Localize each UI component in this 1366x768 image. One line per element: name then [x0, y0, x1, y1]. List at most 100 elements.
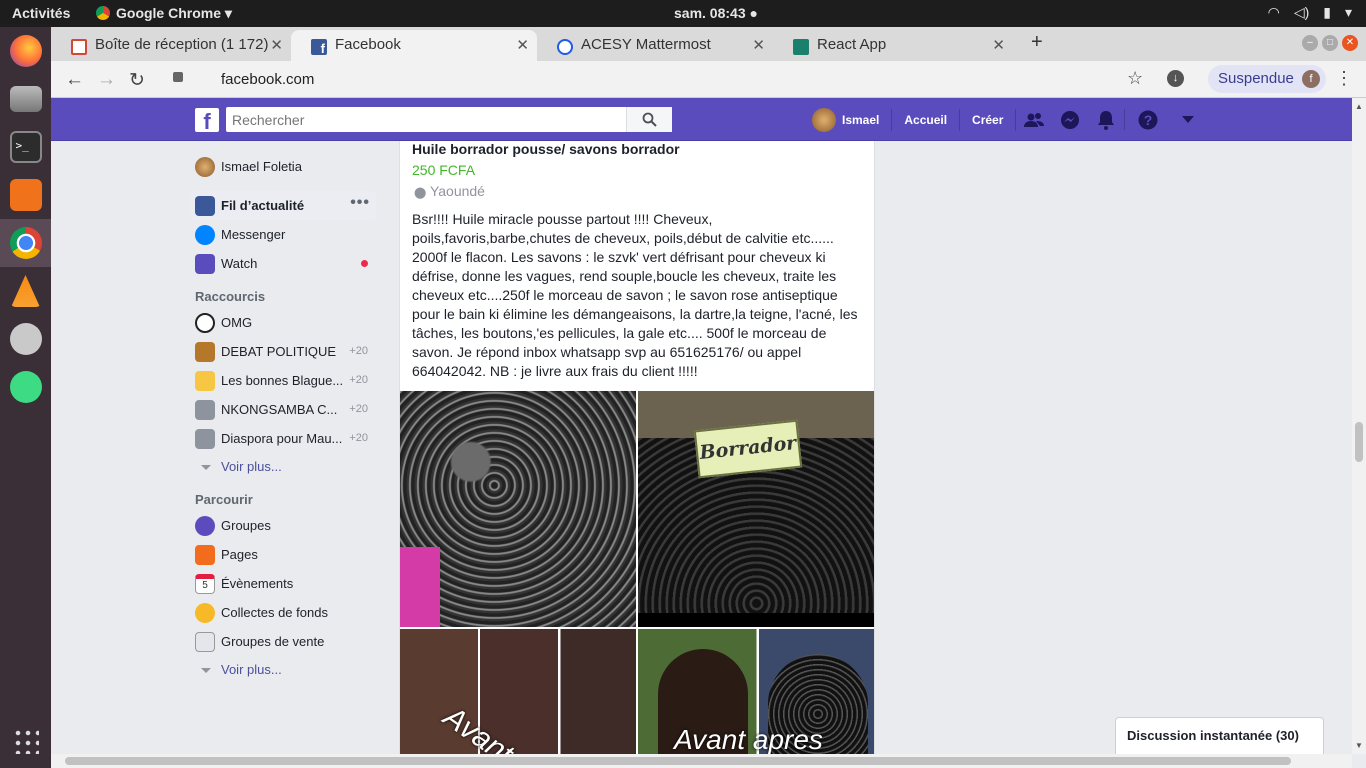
header-nav: Ismael Accueil Créer ?	[812, 98, 1206, 141]
create-link[interactable]: Créer	[960, 108, 1017, 131]
dock-app-grid[interactable]	[0, 717, 51, 765]
sidebar-item-messenger[interactable]: Messenger	[190, 220, 376, 249]
close-icon[interactable]: ✕	[270, 36, 283, 54]
tab-mattermost[interactable]: ACESY Mattermost ✕	[537, 30, 773, 61]
dock-chrome[interactable]	[0, 219, 51, 267]
messenger-icon[interactable]	[1052, 109, 1088, 130]
vertical-scrollbar[interactable]: ▲ ▼	[1352, 98, 1366, 754]
mattermost-icon	[557, 39, 573, 55]
post-photo-curly-hair[interactable]	[400, 391, 636, 627]
post-title[interactable]: Huile borrador pousse/ savons borrador	[412, 141, 680, 157]
close-window-button[interactable]: ✕	[1342, 35, 1358, 51]
sidebar-item-bonnes-blagues[interactable]: Les bonnes Blague... +20	[190, 366, 376, 395]
sidebar-item-debat-politique[interactable]: DEBAT POLITIQUE +20	[190, 337, 376, 366]
soap-brand: Borrador	[693, 419, 803, 479]
left-sidebar: Ismael Foletia Fil d’actualité ••• Messe…	[190, 152, 376, 682]
app-name: Google Chrome	[116, 5, 222, 21]
close-icon[interactable]: ✕	[752, 36, 765, 54]
home-link[interactable]: Accueil	[892, 108, 961, 131]
post-photo-before-after-head[interactable]: Avant apres	[638, 629, 874, 767]
dock-settings[interactable]	[0, 315, 51, 363]
system-tray[interactable]: ◠ ◁) ▮ ▾	[1268, 4, 1352, 21]
address-bar[interactable]: facebook.com	[159, 65, 1164, 93]
activities-button[interactable]: Activités	[12, 5, 70, 21]
notifications-icon[interactable]	[1088, 109, 1124, 131]
dock-vlc[interactable]	[0, 267, 51, 315]
help-icon[interactable]: ?	[1124, 108, 1170, 131]
chevron-down-icon: ▾	[1344, 4, 1352, 20]
close-icon[interactable]: ✕	[516, 36, 529, 54]
post-photo-soap-on-head[interactable]: Borrador	[638, 391, 874, 627]
bookmark-star-icon[interactable]: ☆	[1127, 68, 1143, 89]
lock-icon[interactable]	[173, 72, 183, 82]
sidebar-item-label: Pages	[221, 547, 258, 562]
sidebar-item-nkongsamba[interactable]: NKONGSAMBA C... +20	[190, 395, 376, 424]
sidebar-item-label: Diaspora pour Mau...	[221, 431, 343, 446]
facebook-logo[interactable]: f	[195, 108, 219, 134]
tab-title: ACESY Mattermost	[581, 36, 711, 53]
scrollbar-thumb[interactable]	[65, 757, 1291, 765]
vlc-icon	[11, 275, 40, 307]
search-button[interactable]	[626, 107, 672, 132]
tab-gmail[interactable]: Boîte de réception (1 172) ✕	[51, 30, 291, 61]
window-controls: – □ ✕	[1302, 35, 1358, 51]
chat-tab[interactable]: Discussion instantanée (30)	[1115, 717, 1324, 754]
account-menu-icon[interactable]	[1170, 109, 1206, 130]
maximize-button[interactable]: □	[1322, 35, 1338, 51]
scroll-down-icon[interactable]: ▼	[1355, 741, 1363, 750]
sidebar-item-pages[interactable]: Pages	[190, 540, 376, 569]
sidebar-item-label: Messenger	[221, 227, 286, 242]
friend-requests-icon[interactable]	[1016, 109, 1052, 130]
post-location: ⬤ Yaoundé	[414, 183, 485, 199]
avatar	[195, 157, 215, 177]
post-description: Bsr!!!! Huile miracle pousse partout !!!…	[412, 211, 858, 379]
scrollbar-thumb[interactable]	[1355, 422, 1363, 462]
post-price: 250 FCFA	[412, 162, 476, 178]
download-icon[interactable]: ↓	[1167, 70, 1184, 87]
dock-firefox[interactable]	[0, 27, 51, 75]
post-photo-before-back[interactable]: Avant	[400, 629, 636, 767]
profile-button[interactable]: Suspendue f	[1208, 65, 1326, 93]
sidebar-item-fundraisers[interactable]: Collectes de fonds	[190, 598, 376, 627]
sublime-icon	[9, 179, 42, 211]
more-options-icon[interactable]: •••	[350, 194, 370, 212]
sidebar-item-events[interactable]: 5 Évènements	[190, 569, 376, 598]
sidebar-item-groups[interactable]: Groupes	[190, 511, 376, 540]
dock-files[interactable]	[0, 75, 51, 123]
tab-title: React App	[817, 36, 887, 53]
dock-sublime[interactable]	[0, 171, 51, 219]
tab-react-app[interactable]: React App ✕	[773, 30, 1013, 61]
tab-facebook[interactable]: f Facebook ✕	[291, 30, 537, 61]
profile-link[interactable]: Ismael	[812, 107, 893, 132]
forward-button[interactable]: →	[97, 69, 116, 91]
messenger-icon	[195, 225, 215, 245]
dock-android-studio[interactable]	[0, 363, 51, 411]
search-box	[226, 107, 672, 132]
sidebar-profile[interactable]: Ismael Foletia	[190, 152, 376, 181]
back-button[interactable]: ←	[65, 69, 84, 91]
avatar	[812, 107, 836, 132]
app-menu[interactable]: Google Chrome ▾	[96, 5, 232, 22]
settings-tools-icon	[9, 323, 42, 355]
menu-icon[interactable]: ⋮	[1335, 68, 1353, 89]
dock-terminal[interactable]: >_	[0, 123, 51, 171]
see-more-explore[interactable]: Voir plus...	[190, 656, 376, 682]
minimize-button[interactable]: –	[1302, 35, 1318, 51]
tab-title: Boîte de réception (1 172)	[95, 36, 269, 53]
scroll-up-icon[interactable]: ▲	[1355, 102, 1363, 111]
user-name: Ismael	[842, 112, 880, 127]
sidebar-item-omg[interactable]: OMG	[190, 308, 376, 337]
see-more-shortcuts[interactable]: Voir plus...	[190, 453, 376, 479]
horizontal-scrollbar[interactable]	[51, 754, 1352, 768]
sidebar-item-sale-groups[interactable]: Groupes de vente	[190, 627, 376, 656]
search-input[interactable]	[232, 110, 622, 129]
close-icon[interactable]: ✕	[992, 36, 1005, 54]
clock[interactable]: sam. 08:43 ●	[674, 5, 758, 21]
sidebar-item-news-feed[interactable]: Fil d’actualité •••	[190, 191, 376, 220]
sidebar-item-diaspora[interactable]: Diaspora pour Mau... +20	[190, 424, 376, 453]
count-badge: +20	[349, 403, 368, 415]
explore-heading: Parcourir	[195, 492, 253, 507]
sidebar-item-watch[interactable]: Watch	[190, 249, 376, 278]
new-tab-button[interactable]: +	[1031, 31, 1043, 54]
reload-button[interactable]: ↻	[129, 69, 145, 92]
